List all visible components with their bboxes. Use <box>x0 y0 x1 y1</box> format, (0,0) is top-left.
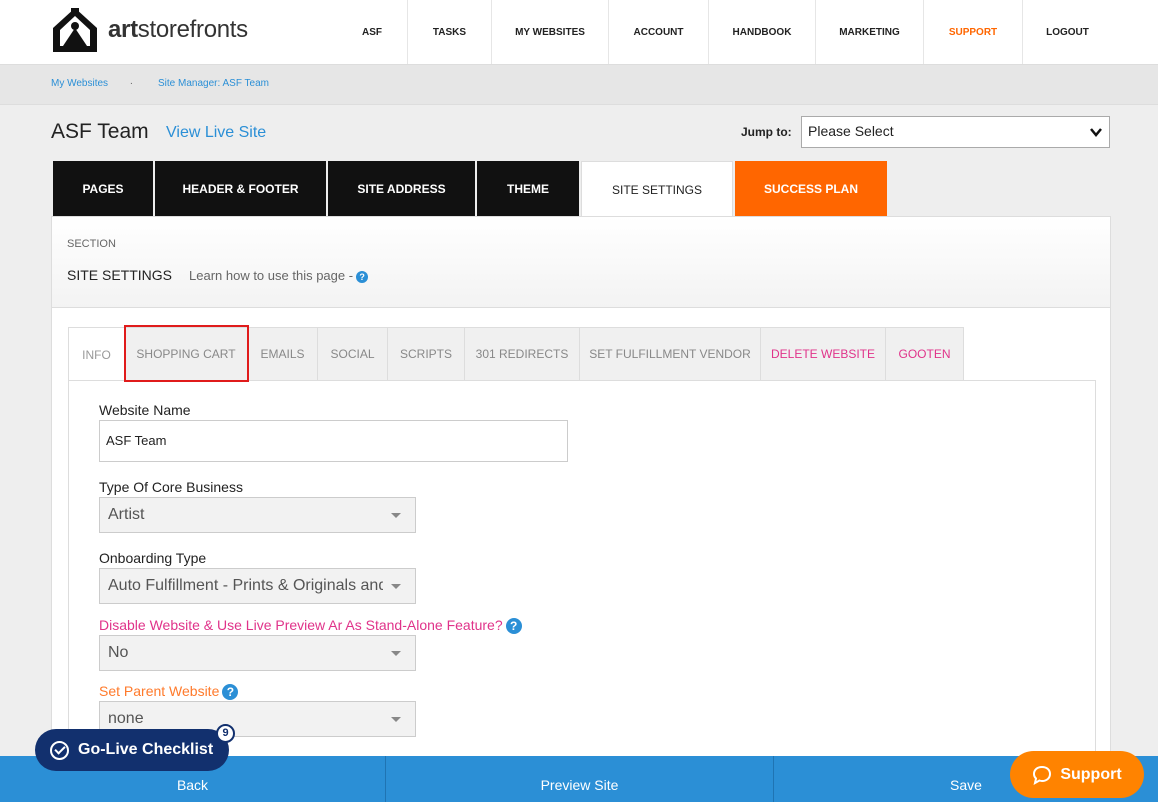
help-icon[interactable]: ? <box>505 618 522 635</box>
support-chat-button[interactable]: Support <box>1010 751 1144 798</box>
onboarding-value: Auto Fulfillment - Prints & Originals an… <box>108 577 383 594</box>
onboarding-label: Onboarding Type <box>99 550 207 566</box>
nav-item-handbook[interactable]: HANDBOOK <box>708 0 815 64</box>
tab-success-plan[interactable]: SUCCESS PLAN <box>735 161 887 216</box>
disable-website-label: Disable Website & Use Live Preview Ar As… <box>99 617 522 635</box>
dropdown-arrow-icon <box>391 651 401 656</box>
learn-text: Learn how to use this page - <box>189 268 354 283</box>
help-icon[interactable]: ? <box>356 270 369 283</box>
parent-website-text: Set Parent Website <box>99 683 220 699</box>
support-label: Support <box>1060 765 1122 783</box>
disable-website-select[interactable]: No <box>99 635 416 671</box>
nav-item-account[interactable]: ACCOUNT <box>608 0 708 64</box>
dropdown-arrow-icon <box>391 513 401 518</box>
tab-site-address[interactable]: SITE ADDRESS <box>328 161 475 216</box>
jump-to-select[interactable]: Please Select <box>801 116 1110 148</box>
subtab-301-redirects[interactable]: 301 REDIRECTS <box>465 327 580 381</box>
website-name-label: Website Name <box>99 402 191 418</box>
disable-website-text: Disable Website & Use Live Preview Ar As… <box>99 617 503 633</box>
tab-theme[interactable]: THEME <box>477 161 579 216</box>
section-title: SITE SETTINGS <box>67 267 173 283</box>
jump-to-value: Please Select <box>808 123 894 139</box>
tab-pages[interactable]: PAGES <box>53 161 153 216</box>
settings-panel: SECTION SITE SETTINGS Learn how to use t… <box>51 216 1111 802</box>
chat-bubble-icon <box>1033 765 1052 785</box>
check-circle-icon <box>50 740 69 760</box>
breadcrumb-site-manager[interactable]: Site Manager: ASF Team <box>158 78 269 89</box>
chevron-down-icon <box>1090 128 1102 137</box>
nav-item-logout[interactable]: LOGOUT <box>1022 0 1112 64</box>
nav-item-asf[interactable]: ASF <box>337 0 407 64</box>
subtab-shopping-cart[interactable]: SHOPPING CART <box>125 327 248 381</box>
page-title: ASF Team <box>51 120 149 143</box>
go-live-checklist-button[interactable]: Go-Live Checklist <box>35 729 229 771</box>
subtab-set-fulfillment-vendor[interactable]: SET FULFILLMENT VENDOR <box>580 327 761 381</box>
logo-text: artstorefronts <box>108 16 248 43</box>
core-business-select[interactable]: Artist <box>99 497 416 533</box>
tab-header-footer[interactable]: HEADER & FOOTER <box>155 161 326 216</box>
logo-icon <box>53 8 97 52</box>
dropdown-arrow-icon <box>391 717 401 722</box>
subtab-info[interactable]: INFO <box>68 327 125 381</box>
breadcrumb: My Websites . Site Manager: ASF Team <box>0 65 1158 105</box>
parent-website-label: Set Parent Website? <box>99 683 239 701</box>
website-name-input[interactable]: ASF Team <box>99 420 568 462</box>
subtab-scripts[interactable]: SCRIPTS <box>388 327 465 381</box>
breadcrumb-my-websites[interactable]: My Websites <box>51 78 108 89</box>
nav-menu: ASF TASKS MY WEBSITES ACCOUNT HANDBOOK MARKET… <box>337 0 1112 64</box>
section-label: SECTION <box>67 238 116 250</box>
disable-website-value: No <box>108 644 129 661</box>
nav-item-support[interactable]: SUPPORT <box>923 0 1022 64</box>
breadcrumb-separator: . <box>130 76 133 87</box>
subtab-delete-website[interactable]: DELETE WEBSITE <box>761 327 886 381</box>
core-business-value: Artist <box>108 506 145 523</box>
logo[interactable]: artstorefronts <box>50 6 248 54</box>
section-header: SECTION SITE SETTINGS Learn how to use t… <box>52 217 1110 308</box>
learn-link[interactable]: Learn how to use this page -? <box>189 268 369 283</box>
nav-item-marketing[interactable]: MARKETING <box>815 0 923 64</box>
dropdown-arrow-icon <box>391 584 401 589</box>
view-live-site-link[interactable]: View Live Site <box>166 124 266 142</box>
core-business-label: Type Of Core Business <box>99 479 243 495</box>
nav-item-tasks[interactable]: TASKS <box>407 0 491 64</box>
help-icon[interactable]: ? <box>222 684 239 701</box>
preview-site-button[interactable]: Preview Site <box>386 756 774 802</box>
parent-website-value: none <box>108 710 144 727</box>
jump-to-label: Jump to: <box>741 125 792 139</box>
subtab-emails[interactable]: EMAILS <box>248 327 318 381</box>
subtab-social[interactable]: SOCIAL <box>318 327 388 381</box>
subtab-gooten[interactable]: GOOTEN <box>886 327 964 381</box>
tab-site-settings[interactable]: SITE SETTINGS <box>581 161 733 217</box>
top-nav: artstorefronts ASF TASKS MY WEBSITES ACCOUN… <box>0 0 1158 65</box>
nav-item-my-websites[interactable]: MY WEBSITES <box>491 0 608 64</box>
checklist-count-badge: 9 <box>216 724 235 743</box>
go-live-label: Go-Live Checklist <box>78 741 214 758</box>
onboarding-select[interactable]: Auto Fulfillment - Prints & Originals an… <box>99 568 416 604</box>
